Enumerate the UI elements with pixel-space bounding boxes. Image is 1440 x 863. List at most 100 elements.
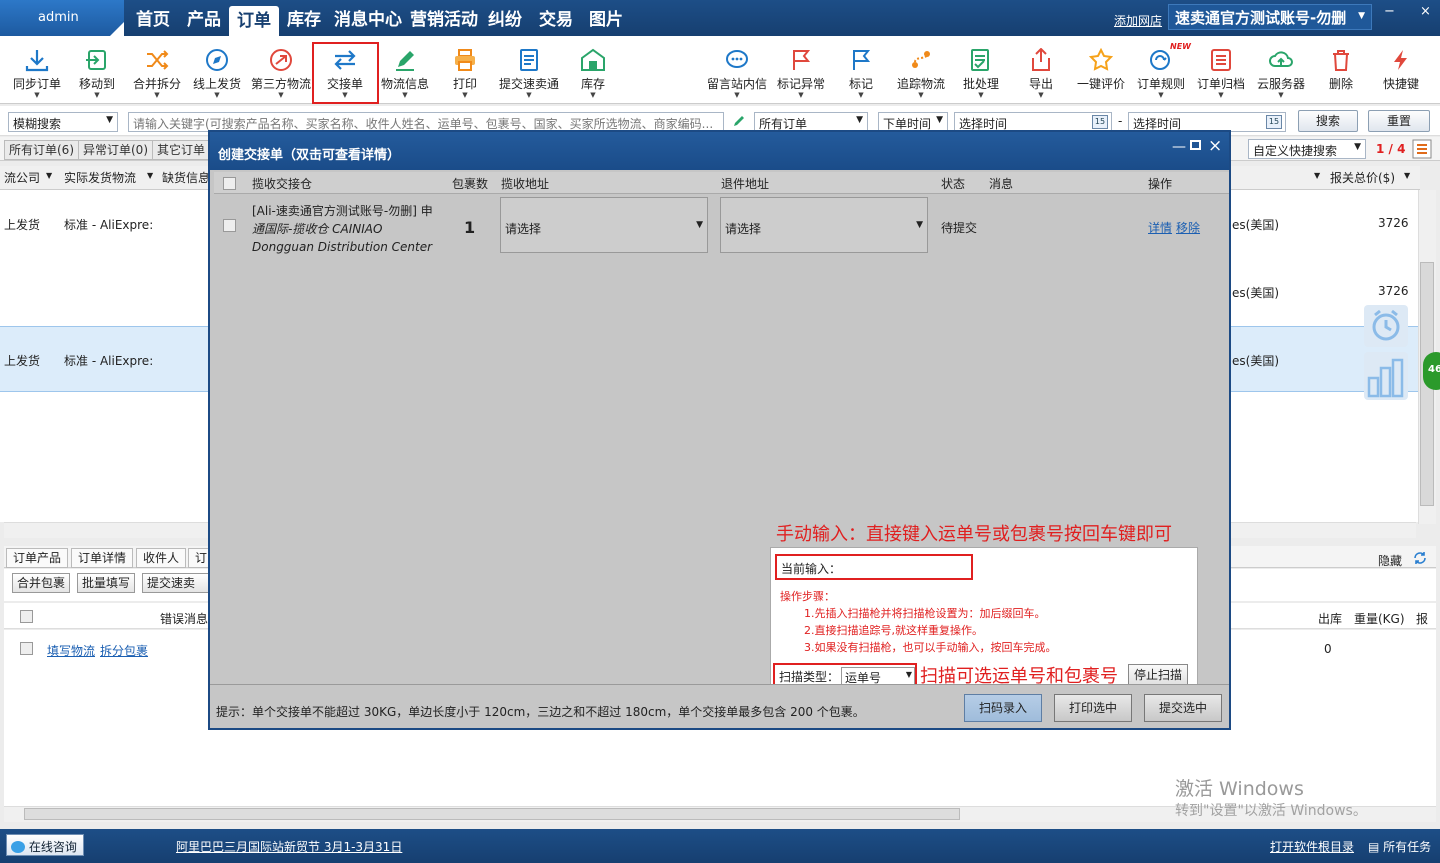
quick-search-select[interactable]: 自定义快捷搜索 ▼	[1248, 139, 1366, 159]
chevron-down-icon[interactable]: ▼	[46, 171, 52, 180]
col-header-stock-info[interactable]: 缺货信息	[162, 169, 210, 186]
row-checkbox[interactable]	[20, 642, 33, 655]
nav-home[interactable]: 首页	[136, 0, 170, 36]
chevron-down-icon: ▼	[978, 91, 984, 99]
account-selector[interactable]: 速卖通官方测试账号-勿删 ▼	[1168, 4, 1372, 30]
calendar-icon[interactable]: 15	[1092, 115, 1108, 129]
fill-logistics-link[interactable]: 填写物流	[47, 642, 95, 659]
add-shop-link[interactable]: 添加网店	[1114, 12, 1162, 29]
tab-all-orders[interactable]: 所有订单(6)	[4, 140, 79, 160]
nav-orders[interactable]: 订单	[229, 6, 279, 36]
order-rules-button[interactable]: 订单规则 ▼	[1128, 44, 1194, 100]
hide-panel-link[interactable]: 隐藏	[1378, 552, 1402, 569]
chat-bubble-icon	[11, 841, 25, 853]
pencil-icon[interactable]	[732, 114, 746, 128]
dialog-row-checkbox[interactable]	[223, 219, 236, 232]
scan-entry-button[interactable]: 扫码录入	[964, 694, 1042, 722]
tab-other-orders[interactable]: 其它订单(	[152, 140, 210, 160]
alarm-widget[interactable]	[1364, 305, 1408, 347]
track-logistics-button[interactable]: 追踪物流 ▼	[888, 44, 954, 100]
dialog-select-all-checkbox[interactable]	[223, 177, 236, 190]
search-mode-select[interactable]: 模糊搜索 ▼	[8, 112, 118, 132]
shortcut-button[interactable]: 快捷键	[1368, 44, 1434, 100]
dialog-maximize-icon[interactable]	[1190, 140, 1201, 150]
nav-images[interactable]: 图片	[589, 0, 623, 36]
col-header-carrier[interactable]: 流公司	[4, 169, 40, 186]
chevron-down-icon[interactable]: ▼	[147, 171, 153, 180]
nav-trade[interactable]: 交易	[539, 0, 573, 36]
nav-marketing[interactable]: 营销活动	[410, 0, 478, 36]
print-button[interactable]: 打印 ▼	[432, 44, 498, 100]
search-input[interactable]: 请输入关键字(可搜索产品名称、买家名称、收件人姓名、运单号、包裹号、国家、买家所…	[128, 112, 724, 132]
chevron-down-icon[interactable]: ▼	[1404, 171, 1410, 180]
submit-aliexpress-bottom-button[interactable]: 提交速卖通	[142, 573, 210, 593]
tab-abnormal-orders[interactable]: 异常订单(0)	[78, 140, 153, 160]
split-package-link[interactable]: 拆分包裹	[100, 642, 148, 659]
order-archive-button[interactable]: 订单归档 ▼	[1188, 44, 1254, 100]
delete-button[interactable]: 删除	[1308, 44, 1374, 100]
merge-package-button[interactable]: 合并包裹	[12, 573, 71, 593]
archive-icon	[1211, 49, 1231, 71]
refresh-icon[interactable]	[1412, 550, 1428, 566]
detail-link[interactable]: 详情	[1148, 219, 1172, 236]
nav-disputes[interactable]: 纠纷	[488, 0, 522, 36]
nav-messages[interactable]: 消息中心	[334, 0, 402, 36]
remove-link[interactable]: 移除	[1176, 219, 1200, 236]
nav-inventory[interactable]: 库存	[287, 0, 321, 36]
message-button[interactable]: 留言站内信 ▼	[704, 44, 770, 100]
bottom-scrollbar-thumb[interactable]	[24, 808, 960, 820]
close-window-button[interactable]: ×	[1420, 4, 1431, 19]
notification-badge[interactable]: 46	[1423, 352, 1440, 390]
search-button[interactable]: 搜索	[1298, 110, 1358, 132]
cloud-server-button[interactable]: 云服务器 ▼	[1248, 44, 1314, 100]
merge-split-button[interactable]: 合并拆分 ▼	[124, 44, 190, 100]
sync-orders-button[interactable]: 同步订单 ▼	[4, 44, 70, 100]
end-date-input[interactable]: 选择时间 15	[1128, 112, 1286, 132]
batch-fill-button[interactable]: 批量填写	[77, 573, 136, 593]
submit-selected-button[interactable]: 提交选中	[1144, 694, 1222, 722]
warehouse-button[interactable]: 库存 ▼	[560, 44, 626, 100]
columns-settings-icon[interactable]	[1412, 139, 1432, 159]
current-input-field[interactable]: 当前输入：	[775, 554, 973, 580]
chevron-down-icon[interactable]: ▼	[1314, 171, 1320, 180]
tab-order-products[interactable]: 订单产品	[6, 548, 69, 568]
stats-widget[interactable]	[1364, 352, 1408, 400]
mark-button[interactable]: 标记 ▼	[828, 44, 894, 100]
tab-recipient[interactable]: 收件人	[136, 548, 187, 568]
submit-aliexpress-button[interactable]: 提交速卖通 ▼	[496, 44, 562, 100]
stop-scan-button[interactable]: 停止扫描	[1128, 664, 1188, 686]
all-tasks-button[interactable]: ▤ 所有任务	[1368, 838, 1431, 855]
time-type-select[interactable]: 下单时间 ▼	[878, 112, 948, 132]
dialog-minimize-icon[interactable]: —	[1172, 139, 1186, 155]
third-party-logistics-button[interactable]: 第三方物流 ▼	[248, 44, 314, 100]
reset-button[interactable]: 重置	[1368, 110, 1430, 132]
order-scope-select[interactable]: 所有订单 ▼	[754, 112, 868, 132]
pickup-address-select[interactable]: 请选择 ▼	[500, 197, 708, 253]
chevron-down-icon: ▼	[696, 220, 703, 230]
tab-order-details[interactable]: 订单详情	[71, 548, 134, 568]
print-selected-button[interactable]: 打印选中	[1054, 694, 1132, 722]
dialog-close-icon[interactable]: ×	[1208, 136, 1222, 156]
chevron-down-icon: ▼	[106, 115, 113, 125]
move-to-button[interactable]: 移动到 ▼	[64, 44, 130, 100]
scan-type-select[interactable]: 运单号 ▼	[841, 667, 915, 685]
tab-more[interactable]: 订	[188, 548, 210, 568]
one-click-review-button[interactable]: 一键评价	[1068, 44, 1134, 100]
online-ship-button[interactable]: 线上发货 ▼	[184, 44, 250, 100]
export-button[interactable]: 导出 ▼	[1008, 44, 1074, 100]
select-all-checkbox[interactable]	[20, 610, 33, 623]
promo-link[interactable]: 阿里巴巴三月国际站新贸节 3月1-3月31日	[176, 838, 402, 855]
open-root-dir-link[interactable]: 打开软件根目录	[1270, 838, 1354, 855]
user-name[interactable]: admin	[0, 0, 124, 36]
mark-exception-button[interactable]: 标记异常 ▼	[768, 44, 834, 100]
online-consult-button[interactable]: 在线咨询	[6, 834, 84, 856]
start-date-input[interactable]: 选择时间 15	[954, 112, 1112, 132]
logistics-info-button[interactable]: 物流信息 ▼	[372, 44, 438, 100]
minimize-button[interactable]: −	[1384, 4, 1395, 19]
col-header-declared-price[interactable]: 报关总价($)	[1330, 169, 1395, 186]
return-address-select[interactable]: 请选择 ▼	[720, 197, 928, 253]
calendar-icon[interactable]: 15	[1266, 115, 1282, 129]
batch-process-button[interactable]: 批处理 ▼	[948, 44, 1014, 100]
col-header-actual-logistics[interactable]: 实际发货物流	[64, 169, 136, 186]
nav-products[interactable]: 产品	[187, 0, 221, 36]
